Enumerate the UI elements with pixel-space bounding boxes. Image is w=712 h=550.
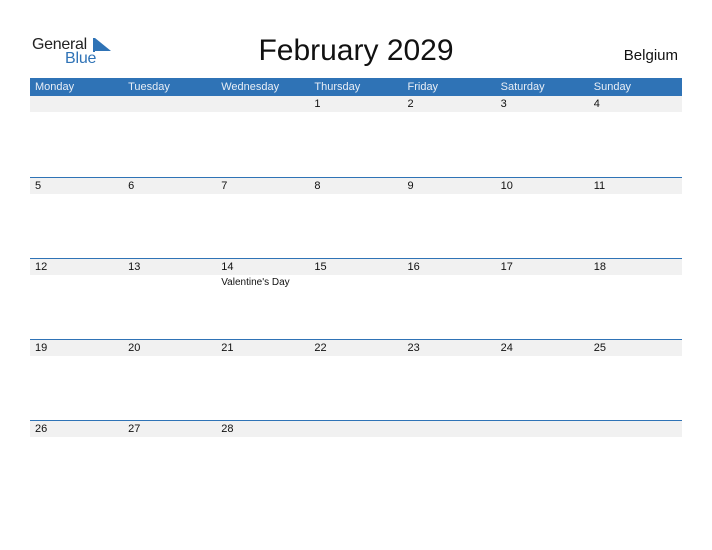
weekday-friday: Friday [407,81,439,93]
day-number: 24 [500,342,513,354]
holiday-event [309,112,402,113]
date-strip: 19 20 21 22 23 24 25 [30,340,682,356]
holiday-event [403,356,496,357]
country-label: Belgium [623,47,678,64]
weekday-tuesday: Tuesday [128,81,170,93]
day-number: 19 [35,342,48,354]
day-number: 20 [128,342,141,354]
holiday-event [496,437,589,438]
calendar-grid: Monday Tuesday Wednesday Thursday Friday… [30,78,682,501]
day-number: 13 [128,261,141,273]
day-number: 17 [500,261,513,273]
day-number [589,421,682,437]
holiday-event [309,194,402,195]
weekday-saturday: Saturday [500,81,545,93]
holiday-event [123,112,216,113]
day-number: 9 [407,180,414,192]
weekday-wednesday: Wednesday [221,81,280,93]
calendar-title: February 2029 [258,34,454,67]
day-number [30,96,123,112]
holiday-event [589,356,682,357]
holiday-event [123,356,216,357]
holiday-event [30,275,123,290]
day-number: 5 [35,180,42,192]
day-number: 11 [593,180,606,192]
day-number: 10 [500,180,513,192]
holiday-event [309,437,402,438]
date-strip: 1 2 3 4 [30,96,682,112]
day-number: 7 [221,180,228,192]
day-number [496,421,589,437]
holiday-event [403,275,496,290]
day-number: 23 [407,342,420,354]
holiday-event [309,356,402,357]
holiday-event [30,194,123,195]
day-number [123,96,216,112]
holiday-event [123,194,216,195]
date-strip: 5 6 7 8 9 10 11 [30,178,682,194]
day-number: 25 [593,342,606,354]
holiday-event [589,275,682,290]
day-number [309,421,402,437]
holiday-event [496,112,589,113]
day-number: 14 [221,261,234,273]
week-row: 1 2 3 4 [30,96,682,177]
day-number: 18 [593,261,606,273]
holiday-event [309,275,402,290]
day-number: 8 [314,180,321,192]
weeks-container: 1 2 3 4 5 6 7 8 9 10 11 12 13 14 15 16 17 18 Valentine's D… [30,96,682,501]
holiday-event [589,194,682,195]
day-number: 3 [500,98,507,110]
holiday-event [216,112,309,113]
week-row: 26 27 28 [30,420,682,501]
day-number [216,96,309,112]
holiday-event [216,356,309,357]
holiday-event [589,112,682,113]
day-number: 21 [221,342,234,354]
holiday-event [30,437,123,438]
day-number: 2 [407,98,414,110]
week-row: 5 6 7 8 9 10 11 [30,177,682,258]
holiday-event [403,194,496,195]
holiday-event [403,437,496,438]
events-row [30,356,682,357]
day-number: 16 [407,261,420,273]
weekday-thursday: Thursday [314,81,361,93]
weekday-monday: Monday [35,81,75,93]
holiday-event [123,275,216,290]
holiday-event [496,275,589,290]
holiday-event [30,112,123,113]
holiday-event [216,437,309,438]
holiday-event [496,356,589,357]
day-number: 15 [314,261,327,273]
day-number: 1 [314,98,321,110]
weekday-sunday: Sunday [593,81,632,93]
day-number: 12 [35,261,48,273]
events-row: Valentine's Day [30,275,682,290]
events-row [30,194,682,195]
date-strip: 26 27 28 [30,421,682,437]
day-number: 4 [593,98,600,110]
holiday-event [30,356,123,357]
holiday-event [496,194,589,195]
day-number: 27 [128,423,141,435]
holiday-event [589,437,682,438]
events-row [30,112,682,113]
events-row [30,437,682,438]
holiday-event [123,437,216,438]
day-number: 22 [314,342,327,354]
day-number: 26 [35,423,48,435]
holiday-event: Valentine's Day [221,277,290,288]
day-number: 6 [128,180,135,192]
weekday-header: Monday Tuesday Wednesday Thursday Friday… [30,78,682,96]
date-strip: 12 13 14 15 16 17 18 [30,259,682,275]
holiday-event [216,194,309,195]
day-number: 28 [221,423,234,435]
day-number [403,421,496,437]
holiday-event [403,112,496,113]
week-row: 12 13 14 15 16 17 18 Valentine's Day [30,258,682,339]
week-row: 19 20 21 22 23 24 25 [30,339,682,420]
